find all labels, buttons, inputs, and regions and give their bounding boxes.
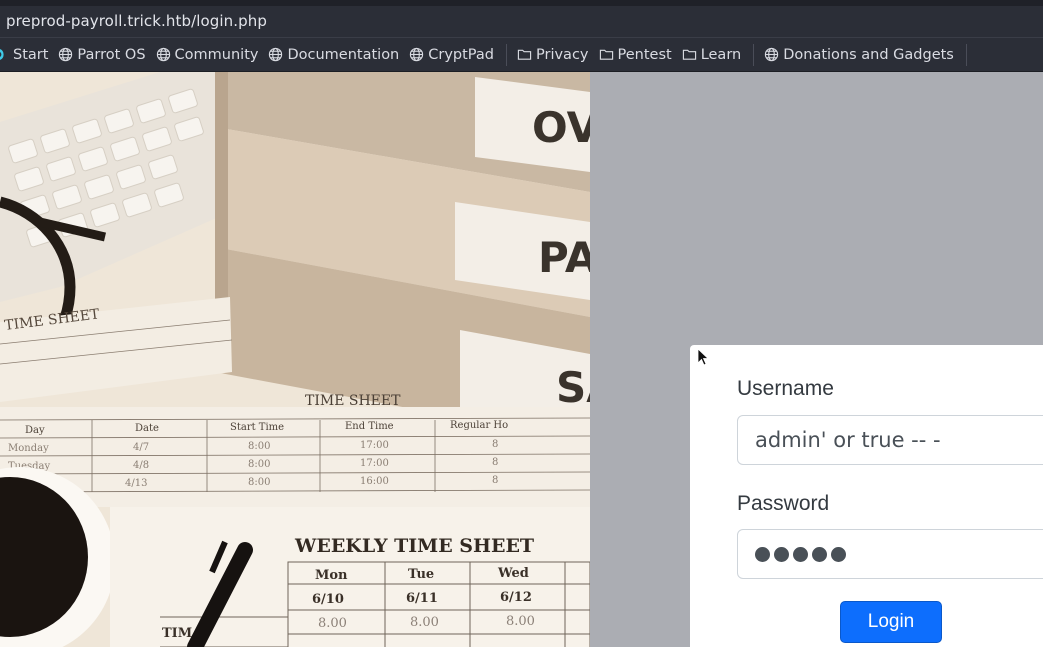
bookmark-label: Parrot OS [77,46,146,63]
bookmark-folder-pentest[interactable]: Pentest [595,42,678,68]
table-cell: 4/8 [133,460,149,471]
weekly-hours: 8.00 [318,616,347,631]
folder-icon [599,49,613,60]
timesheet-table: TIME SHEET Day Date Start Time End Time … [0,393,590,507]
table-cell: 8:00 [248,459,270,470]
password-mask [755,546,846,562]
password-label: Password [737,492,830,515]
table-cell: 4/13 [125,478,147,489]
bookmark-label: Documentation [287,46,400,63]
bookmark-documentation[interactable]: Documentation [264,42,405,68]
parrot-icon [0,49,4,60]
mouse-cursor-icon [697,348,709,366]
folder-icon [517,49,532,60]
bookmark-separator [965,43,967,66]
username-input[interactable]: admin' or true -- - [737,415,1043,465]
weekly-hours: 8.00 [410,615,439,630]
weekly-date: 6/12 [500,590,532,605]
weekly-date: 6/11 [406,591,438,606]
globe-icon [410,47,424,62]
bookmark-label: Community [174,46,259,63]
table-header: Day [25,425,45,436]
bookmark-donations[interactable]: Donations and Gadgets [760,42,960,68]
table-cell: 17:00 [360,440,389,451]
binder-label: SA [556,363,590,412]
weekly-day: Tue [408,567,434,582]
table-cell: 4/7 [133,442,149,453]
bookmark-community[interactable]: Community [152,42,265,68]
username-label: Username [737,377,834,400]
bookmark-parrot-os[interactable]: Parrot OS [54,42,151,68]
table-header: End Time [345,421,394,432]
table-header: Date [135,423,159,434]
password-dot [755,546,770,562]
table-cell: 8:00 [248,477,270,488]
binder-label: PA [538,233,590,282]
weekly-date: 6/10 [312,592,344,607]
password-dot [831,546,846,562]
globe-icon [156,47,170,62]
weekly-day: Mon [315,568,348,583]
sheet-title: TIME SHEET [305,393,401,409]
table-cell: 16:00 [360,476,389,487]
bookmark-folder-learn[interactable]: Learn [678,42,748,68]
table-header: Start Time [230,422,284,433]
password-dot [812,546,827,562]
bookmark-folder-privacy[interactable]: Privacy [513,42,595,68]
bookmark-label: Pentest [617,46,672,63]
weekly-hours: 8.00 [506,614,535,629]
table-cell: 17:00 [360,458,389,469]
bookmark-start[interactable]: Start [0,42,54,68]
table-cell: Monday [8,443,49,454]
tab-strip-edge [0,0,1043,6]
bookmark-cryptpad[interactable]: CryptPad [405,42,500,68]
table-cell: 8 [492,475,498,486]
address-bar[interactable]: preprod-payroll.trick.htb/login.php [0,0,1043,38]
bookmark-label: Privacy [536,46,589,63]
globe-icon [269,47,283,62]
bookmark-label: Start [13,46,49,63]
login-card: Username admin' or true -- - Password Lo… [690,345,1043,647]
weekly-timesheet: WEEKLY TIME SHEET Mon Tue Wed 6/10 6/11 … [110,507,590,647]
folder-icon [682,49,696,60]
timesheet-illustration: OV PA SA TIME SHEET TIME SHEET [0,72,590,647]
timesheet-photo: OV PA SA TIME SHEET TIME SHEET [0,72,590,647]
bookmark-label: Donations and Gadgets [783,46,954,63]
table-cell: 8 [492,457,498,468]
bookmarks-toolbar: Start Parrot OS Community Documentation … [0,38,1043,72]
weekly-row-label: TIM [162,626,192,641]
table-header: Regular Ho [450,420,508,431]
table-cell: 8:00 [248,441,270,452]
bookmark-label: CryptPad [428,46,494,63]
bookmark-separator [506,43,507,66]
page-content: OV PA SA TIME SHEET TIME SHEET [0,72,1043,647]
weekly-title: WEEKLY TIME SHEET [294,535,534,557]
globe-icon [59,47,73,62]
weekly-day: Wed [497,566,529,581]
username-value: admin' or true -- - [755,428,941,452]
password-dot [774,546,789,562]
url-text[interactable]: preprod-payroll.trick.htb/login.php [6,12,267,30]
bookmark-label: Learn [700,46,742,63]
globe-icon [765,47,779,62]
table-cell: 8 [492,439,498,450]
password-input[interactable] [737,529,1043,579]
password-dot [793,546,808,562]
login-button[interactable]: Login [840,601,942,643]
bookmark-separator [753,43,755,66]
binder-label: OV [532,103,590,152]
